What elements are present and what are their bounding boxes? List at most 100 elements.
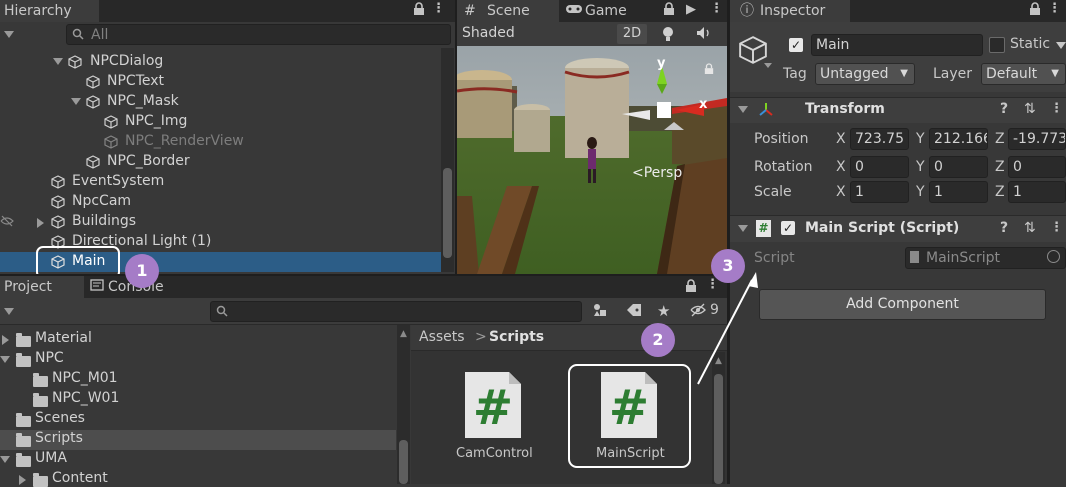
- layer-value: Default: [986, 66, 1038, 82]
- expand-arrow-icon[interactable]: [0, 356, 10, 363]
- folder-scripts[interactable]: Scripts: [35, 430, 83, 446]
- axis-z-label[interactable]: Z: [995, 159, 1005, 175]
- folder-tree-scrollbar[interactable]: ▲: [397, 325, 410, 484]
- hierarchy-item-npccam[interactable]: NpcCam: [72, 193, 131, 209]
- search-by-label-icon[interactable]: [626, 303, 642, 321]
- expand-arrow-icon[interactable]: [71, 98, 81, 105]
- preset-sliders-icon[interactable]: ⇅: [1024, 220, 1036, 236]
- audio-toggle-icon[interactable]: [696, 26, 712, 44]
- scale-z-field[interactable]: 1: [1008, 181, 1066, 203]
- tag-dropdown[interactable]: Untagged ▼: [815, 63, 915, 85]
- static-checkbox[interactable]: [989, 37, 1005, 53]
- create-dropdown-icon[interactable]: [4, 308, 14, 315]
- tab-hierarchy[interactable]: Hierarchy: [0, 0, 99, 22]
- axis-x-label[interactable]: X: [836, 184, 846, 200]
- layer-dropdown[interactable]: Default ▼: [981, 63, 1066, 85]
- lighting-toggle-icon[interactable]: [660, 25, 676, 47]
- script-object-field[interactable]: MainScript: [905, 247, 1066, 269]
- tab-scene[interactable]: # Scene: [457, 0, 559, 22]
- static-dropdown-icon[interactable]: [1056, 42, 1066, 49]
- folder-npc[interactable]: NPC: [35, 350, 64, 366]
- tab-game[interactable]: Game: [561, 0, 656, 22]
- favorites-star-icon[interactable]: ★: [657, 302, 670, 320]
- shading-mode-dropdown[interactable]: Shaded: [462, 25, 515, 41]
- store-lock-icon[interactable]: [662, 2, 676, 20]
- hierarchy-search-input[interactable]: All: [66, 24, 451, 45]
- hierarchy-item-npc-mask[interactable]: NPC_Mask: [107, 93, 179, 109]
- more-menu-icon[interactable]: ⋮: [1050, 101, 1063, 116]
- hierarchy-item-npc-img[interactable]: NPC_Img: [125, 113, 187, 129]
- more-menu-icon[interactable]: ⋮: [710, 1, 723, 16]
- axis-y-label[interactable]: Y: [916, 184, 925, 200]
- rotation-z-field[interactable]: 0: [1008, 156, 1066, 178]
- search-by-type-icon[interactable]: [592, 302, 608, 322]
- object-picker-icon[interactable]: [1047, 250, 1060, 263]
- folder-uma[interactable]: UMA: [35, 450, 67, 466]
- hierarchy-item-npc-renderview[interactable]: NPC_RenderView: [125, 133, 244, 149]
- toggle-2d-button[interactable]: 2D: [617, 24, 647, 44]
- expand-arrow-icon[interactable]: [2, 335, 9, 345]
- expand-arrow-icon[interactable]: [37, 218, 44, 228]
- tab-scroll-right-icon[interactable]: ▶: [686, 2, 696, 17]
- scrollbar-thumb[interactable]: [714, 374, 723, 484]
- object-name-input[interactable]: Main: [811, 34, 983, 56]
- more-menu-icon[interactable]: ⋮: [1050, 220, 1063, 235]
- static-label: Static: [1010, 36, 1051, 52]
- asset-camcontrol[interactable]: #: [463, 370, 523, 440]
- expand-arrow-icon[interactable]: [53, 58, 63, 65]
- help-icon[interactable]: ?: [1000, 220, 1008, 236]
- active-checkbox[interactable]: ✓: [789, 38, 803, 52]
- preset-sliders-icon[interactable]: ⇅: [1024, 101, 1036, 117]
- divider[interactable]: [455, 0, 457, 276]
- rotation-y-field[interactable]: 0: [929, 156, 988, 178]
- position-y-field[interactable]: 212.166: [929, 128, 988, 150]
- position-z-field[interactable]: -19.773: [1008, 128, 1066, 150]
- axis-x-label[interactable]: X: [836, 159, 846, 175]
- axis-y-label[interactable]: Y: [916, 131, 925, 147]
- scrollbar-thumb[interactable]: [399, 440, 408, 484]
- breadcrumb-scripts[interactable]: Scripts: [489, 329, 544, 345]
- expand-arrow-icon[interactable]: [0, 456, 10, 463]
- folder-material[interactable]: Material: [35, 330, 92, 346]
- hierarchy-scrollbar[interactable]: [441, 48, 454, 272]
- visibility-hidden-icon[interactable]: [0, 214, 14, 231]
- axis-z-label[interactable]: Z: [995, 184, 1005, 200]
- more-menu-icon[interactable]: ⋮: [432, 1, 445, 16]
- scale-x-field[interactable]: 1: [850, 181, 909, 203]
- folder-scenes[interactable]: Scenes: [35, 410, 85, 426]
- folder-npc-w01[interactable]: NPC_W01: [52, 390, 119, 406]
- scrollbar-thumb[interactable]: [443, 168, 452, 258]
- component-enabled-checkbox[interactable]: ✓: [781, 221, 795, 235]
- position-x-field[interactable]: 723.75: [850, 128, 909, 150]
- hierarchy-item-npctext[interactable]: NPCText: [107, 73, 164, 89]
- rotation-x-field[interactable]: 0: [850, 156, 909, 178]
- orientation-gizmo[interactable]: [612, 50, 722, 130]
- axis-z-label[interactable]: Z: [995, 131, 1005, 147]
- lock-icon[interactable]: [1028, 2, 1042, 20]
- create-dropdown-icon[interactable]: [4, 31, 14, 38]
- scale-y-field[interactable]: 1: [929, 181, 988, 203]
- tab-inspector[interactable]: ⓘ Inspector: [730, 0, 850, 22]
- hierarchy-item-buildings[interactable]: Buildings: [72, 213, 136, 229]
- transform-header[interactable]: [730, 97, 1066, 123]
- add-component-button[interactable]: Add Component: [759, 289, 1046, 320]
- foldout-arrow-icon[interactable]: [738, 225, 748, 232]
- more-menu-icon[interactable]: ⋮: [1048, 1, 1061, 16]
- perspective-label[interactable]: <Persp: [632, 165, 682, 181]
- hierarchy-item-eventsystem[interactable]: EventSystem: [72, 173, 164, 189]
- scroll-up-icon[interactable]: ▲: [400, 329, 407, 339]
- hierarchy-item-npc-border[interactable]: NPC_Border: [107, 153, 190, 169]
- divider[interactable]: [0, 274, 727, 276]
- project-search-input[interactable]: [210, 301, 582, 322]
- help-icon[interactable]: ?: [1000, 101, 1008, 117]
- tab-project[interactable]: Project: [0, 276, 84, 298]
- foldout-arrow-icon[interactable]: [738, 106, 748, 113]
- breadcrumb-assets[interactable]: Assets: [419, 329, 465, 345]
- icon-dropdown-icon[interactable]: [764, 63, 772, 68]
- folder-npc-m01[interactable]: NPC_M01: [52, 370, 118, 386]
- axis-x-label[interactable]: X: [836, 131, 846, 147]
- axis-y-label[interactable]: Y: [916, 159, 925, 175]
- gizmo-lock-icon[interactable]: [704, 63, 714, 79]
- lock-icon[interactable]: [412, 2, 426, 20]
- hierarchy-item-npcdialog[interactable]: NPCDialog: [90, 53, 163, 69]
